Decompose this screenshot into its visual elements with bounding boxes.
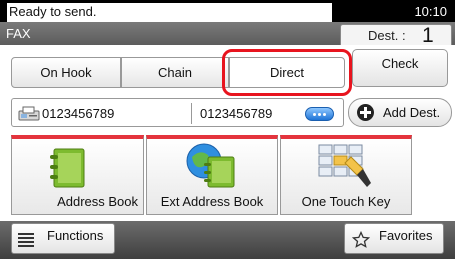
mode-title: FAX xyxy=(6,26,31,41)
add-destination-label: Add Dest. xyxy=(383,105,441,120)
clock: 10:10 xyxy=(414,4,447,19)
destination-number: 0123456789 xyxy=(42,106,115,121)
destination-counter: Dest. : 1 xyxy=(340,24,452,47)
functions-button[interactable]: Functions xyxy=(11,223,115,254)
favorites-button[interactable]: Favorites xyxy=(344,223,444,254)
ext-address-book-button[interactable]: Ext Address Book xyxy=(146,135,278,215)
functions-label: Functions xyxy=(47,228,104,243)
favorites-label: Favorites xyxy=(379,228,433,243)
more-destinations-icon[interactable] xyxy=(305,107,334,121)
address-book-icon xyxy=(50,148,85,188)
destination-counter-label: Dest. : xyxy=(368,28,406,43)
destination-field[interactable]: 0123456789 0123456789 xyxy=(11,98,344,127)
destination-number-secondary: 0123456789 xyxy=(200,106,273,121)
list-icon xyxy=(18,233,34,247)
star-icon xyxy=(352,231,370,248)
ext-address-book-label: Ext Address Book xyxy=(160,194,264,209)
address-book-label: Address Book xyxy=(57,194,138,209)
plus-icon xyxy=(357,104,374,121)
status-message: Ready to send. xyxy=(7,3,332,22)
tab-chain[interactable]: Chain xyxy=(121,57,229,88)
ext-address-book-icon xyxy=(186,143,235,188)
fax-machine-icon xyxy=(18,106,40,121)
field-divider xyxy=(191,103,192,124)
check-button[interactable]: Check xyxy=(352,49,448,87)
one-touch-key-label: One Touch Key xyxy=(301,194,391,209)
address-book-button[interactable]: Address Book xyxy=(11,135,144,215)
one-touch-key-button[interactable]: One Touch Key xyxy=(280,135,412,215)
selection-highlight xyxy=(222,49,352,96)
tab-on-hook[interactable]: On Hook xyxy=(11,57,121,88)
one-touch-key-icon xyxy=(318,144,371,187)
status-bar: Ready to send. 10:10 xyxy=(0,0,455,22)
add-destination-button[interactable]: Add Dest. xyxy=(348,98,452,127)
